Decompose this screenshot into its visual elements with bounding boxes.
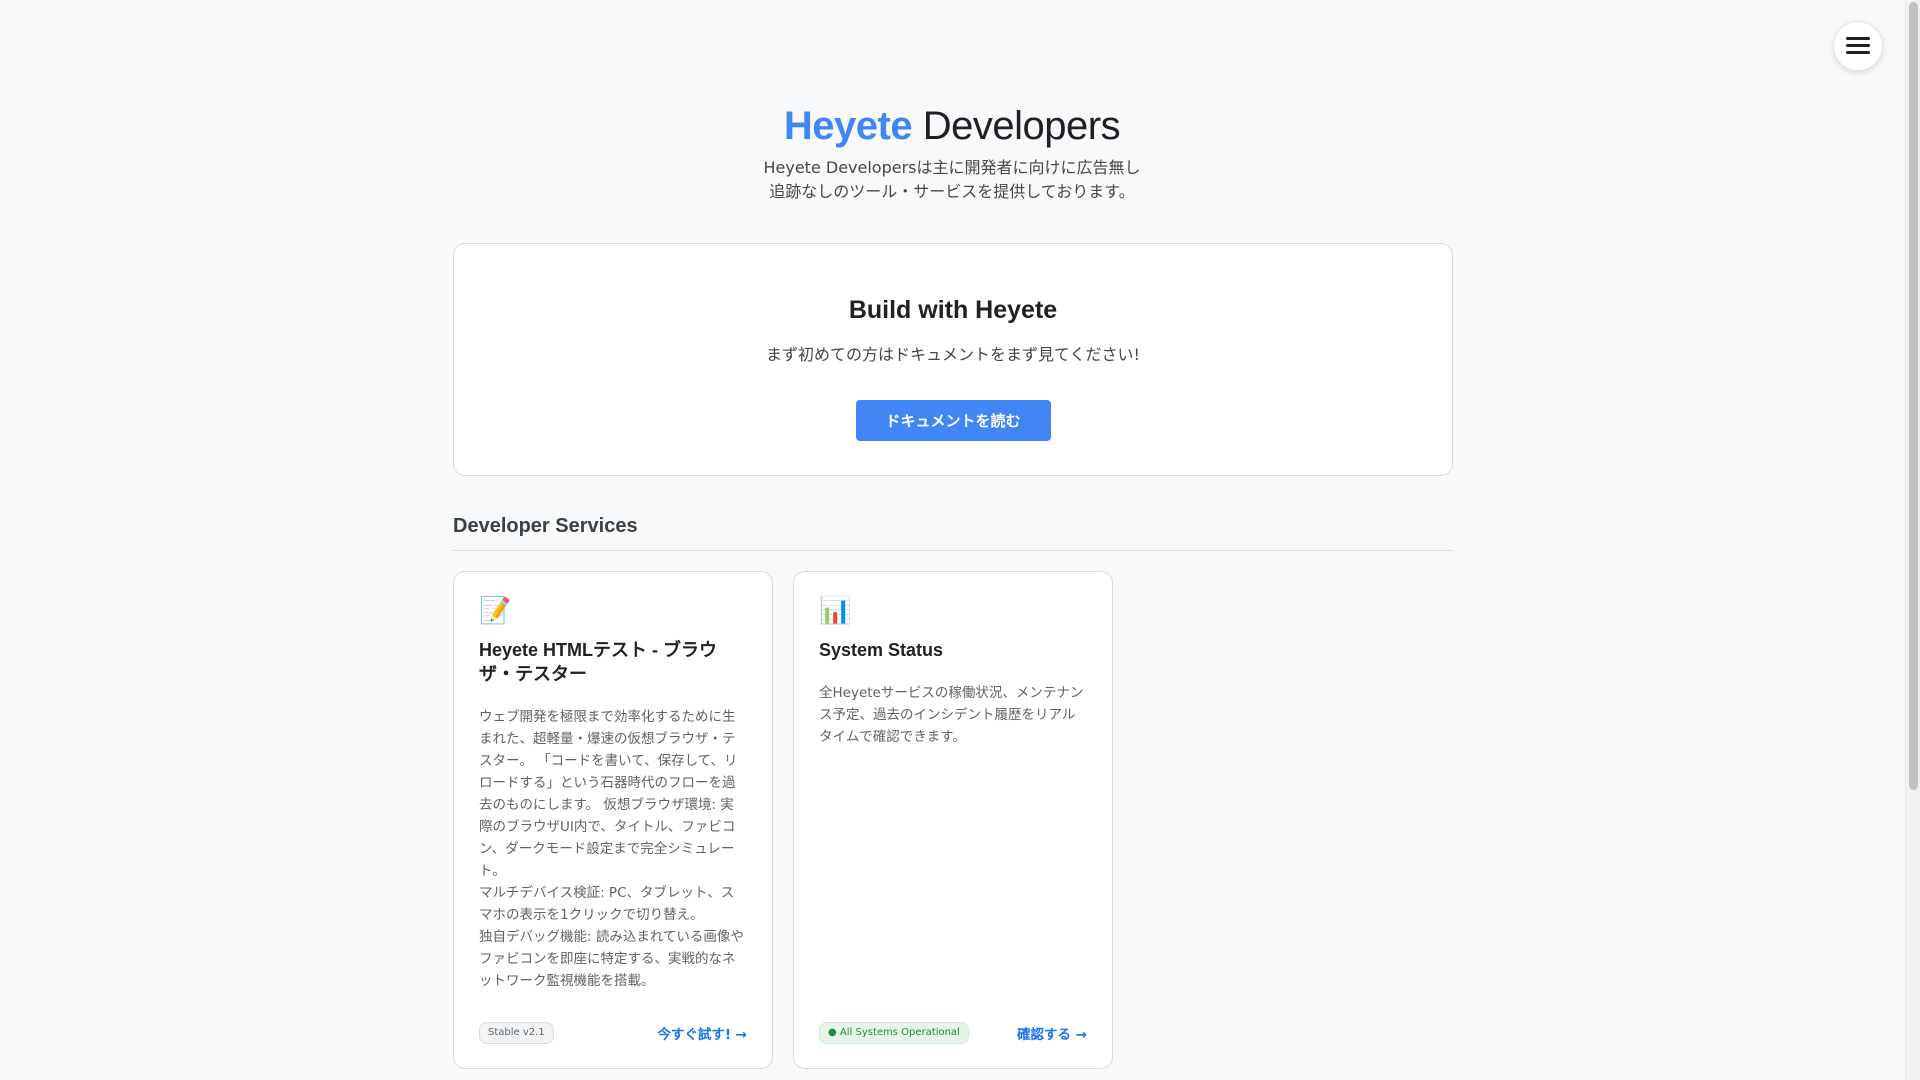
description-paragraph: ウェブ開発を極限まで効率化するために生まれた、超軽量・爆速の仮想ブラウザ・テスタ…: [479, 709, 738, 879]
service-card-title: Heyete HTMLテスト - ブラウザ・テスター: [479, 640, 718, 684]
subtitle-line-1: Heyete Developersは主に開発者に向けに広告無し: [763, 158, 1141, 177]
hamburger-menu-icon: [1846, 37, 1870, 55]
service-card-footer: Stable v2.1 今すぐ試す! →: [479, 1022, 747, 1044]
service-card-title: System Status: [819, 640, 944, 660]
build-card: Build with Heyete まず初めての方はドキュメントをまず見てくださ…: [453, 243, 1453, 476]
description-paragraph: 独自デバッグ機能: 読み込まれている画像やファビコンを即座に特定する、実戦的なネ…: [479, 929, 744, 989]
check-status-link[interactable]: 確認する →: [1017, 1023, 1087, 1043]
memo-icon: 📝: [479, 596, 512, 626]
service-card-system-status: 📊 System Status 全Heyeteサービスの稼働状況、メンテナンス予…: [793, 571, 1113, 1069]
page: Heyete Developers Heyete Developersは主に開発…: [0, 0, 1920, 1080]
service-card-footer: ● All Systems Operational 確認する →: [819, 1022, 1087, 1044]
service-card-description: ウェブ開発を極限まで効率化するために生まれた、超軽量・爆速の仮想ブラウザ・テスタ…: [479, 706, 747, 992]
subtitle-line-2: 追跡なしのツール・サービスを提供しております。: [769, 182, 1135, 201]
hero-header: Heyete Developers Heyete Developersは主に開発…: [0, 100, 1904, 204]
page-subtitle: Heyete Developersは主に開発者に向けに広告無し 追跡なしのツール…: [0, 156, 1904, 204]
read-docs-button[interactable]: ドキュメントを読む: [855, 400, 1051, 441]
version-badge: Stable v2.1: [479, 1022, 554, 1044]
scrollbar-thumb[interactable]: [1909, 2, 1918, 790]
page-title: Heyete Developers: [0, 100, 1904, 152]
service-card-description: 全Heyeteサービスの稼働状況、メンテナンス予定、過去のインシデント履歴をリア…: [819, 682, 1087, 748]
menu-button[interactable]: [1833, 21, 1883, 71]
status-badge: ● All Systems Operational: [819, 1022, 969, 1044]
description-paragraph: マルチデバイス検証: PC、タブレット、スマホの表示を1クリックで切り替え。: [479, 885, 735, 923]
bar-chart-icon: 📊: [819, 596, 852, 626]
try-now-link[interactable]: 今すぐ試す! →: [657, 1023, 747, 1043]
title-suffix: Developers: [912, 104, 1121, 148]
build-title: Build with Heyete: [848, 296, 1058, 324]
service-card-html-tester: 📝 Heyete HTMLテスト - ブラウザ・テスター ウェブ開発を極限まで効…: [453, 571, 773, 1069]
section-divider: [453, 550, 1453, 551]
brand-name: Heyete: [783, 104, 913, 148]
description-paragraph: 全Heyeteサービスの稼働状況、メンテナンス予定、過去のインシデント履歴をリア…: [819, 685, 1084, 745]
page-scrollbar[interactable]: [1905, 0, 1920, 1080]
build-text: まず初めての方はドキュメントをまず見てください!: [766, 345, 1140, 364]
section-title-developer-services: Developer Services: [453, 515, 638, 537]
